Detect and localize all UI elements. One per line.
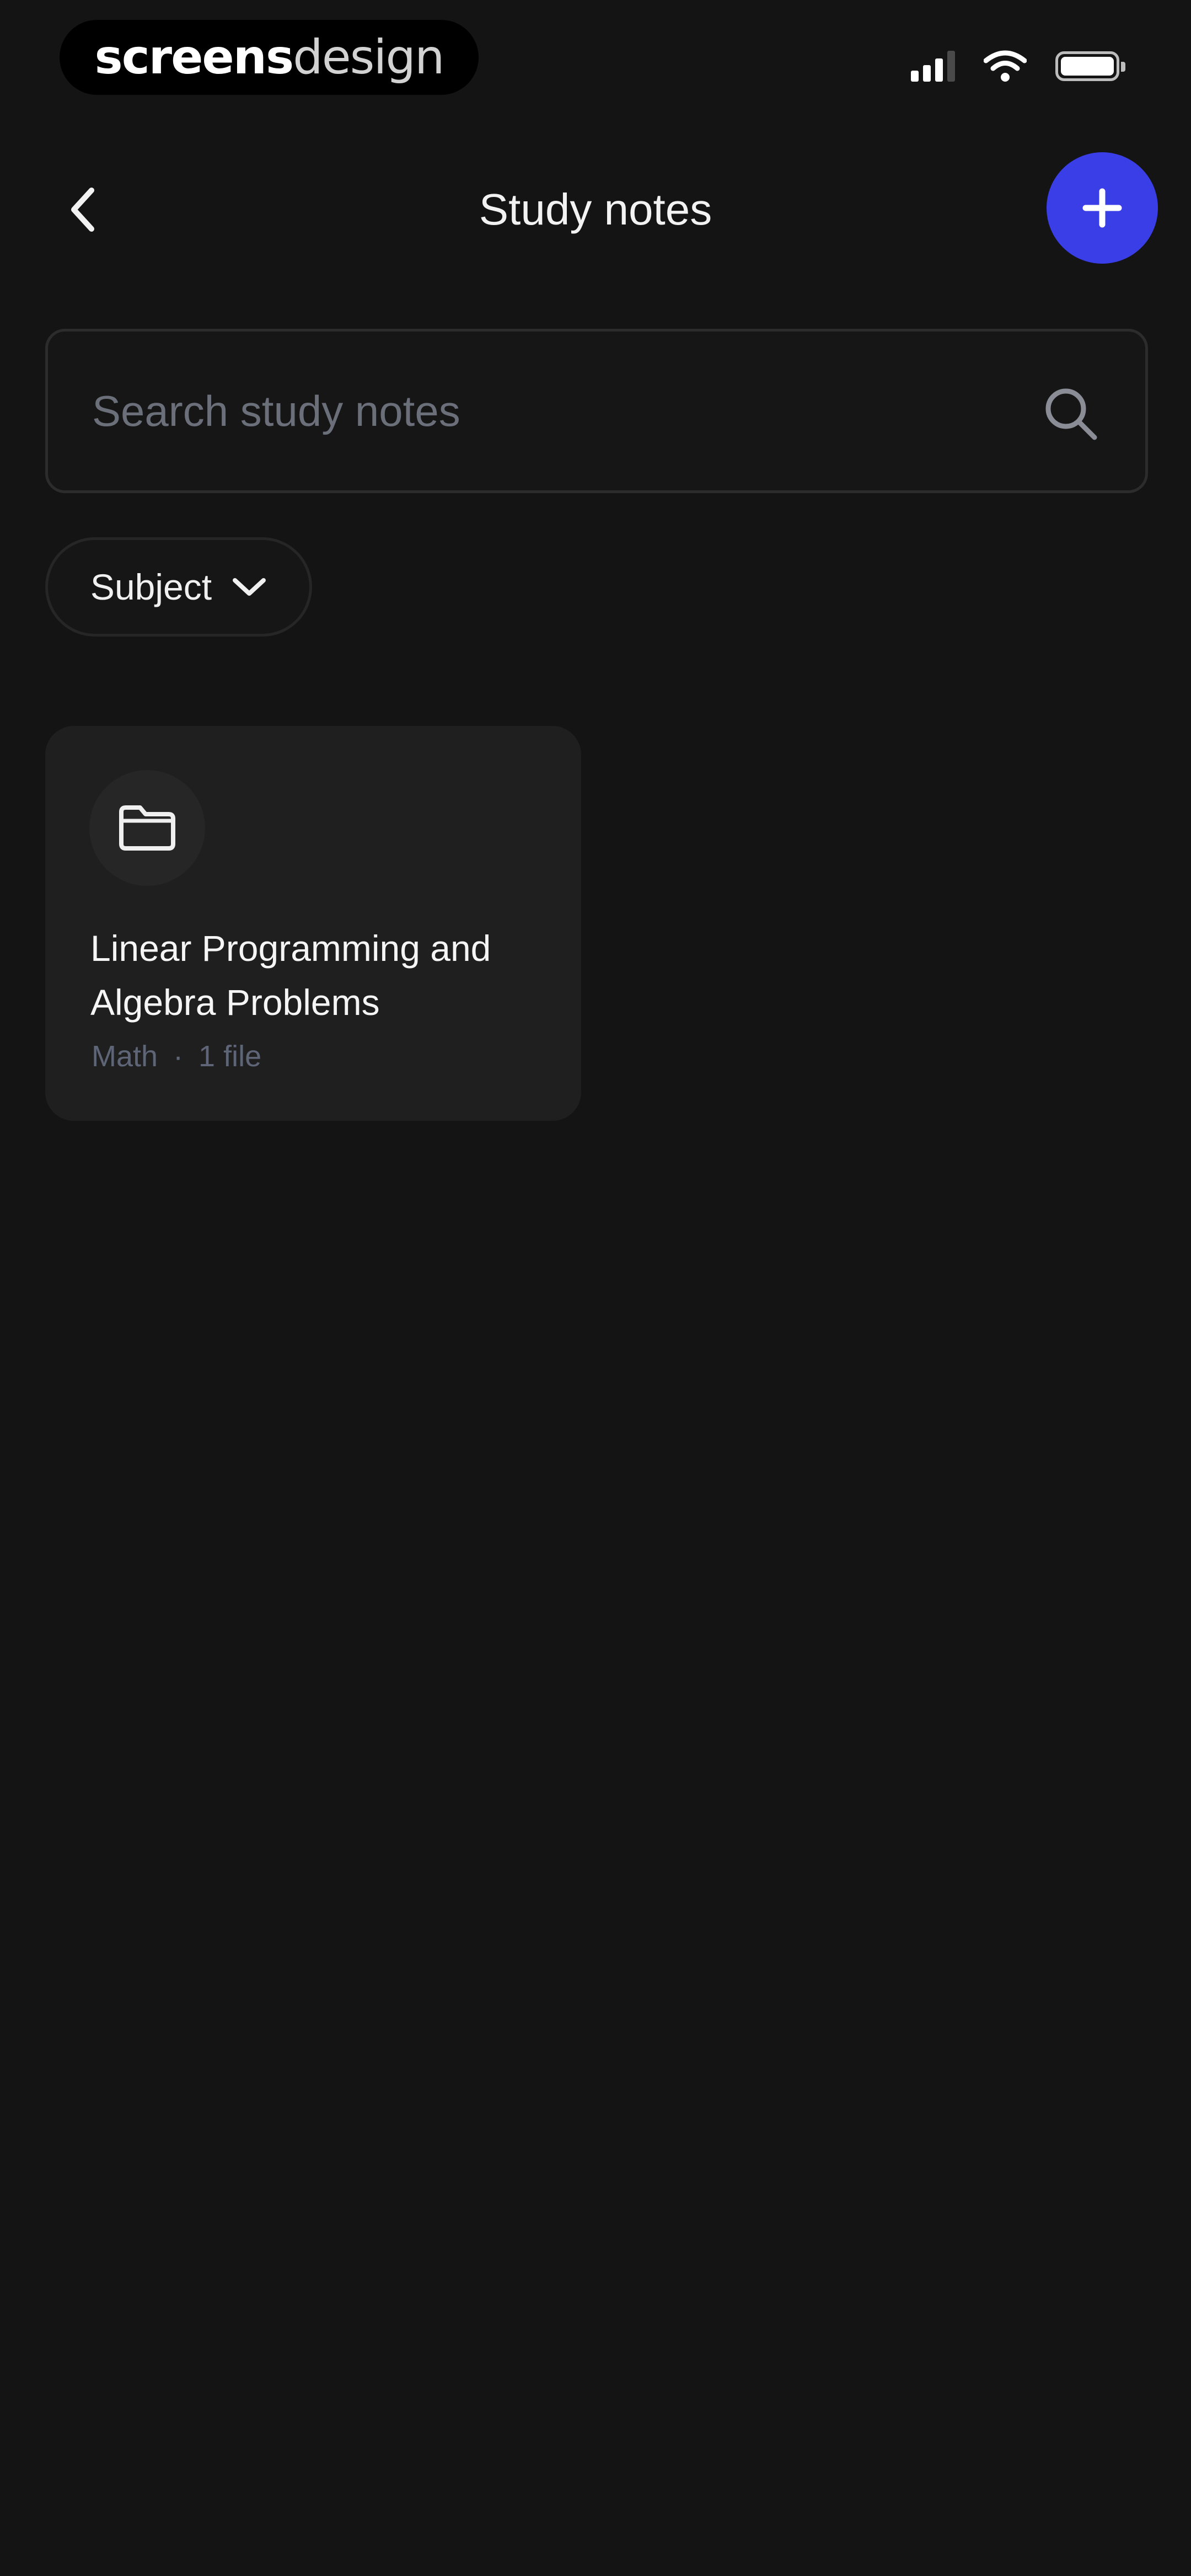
chevron-left-icon bbox=[71, 188, 94, 232]
status-icons bbox=[911, 50, 1125, 83]
search-input[interactable] bbox=[92, 332, 1029, 490]
wifi-icon bbox=[984, 50, 1027, 82]
note-card[interactable]: Linear Programming and Algebra Problems … bbox=[45, 726, 581, 1121]
brand-logo-bold: screens bbox=[94, 30, 294, 85]
plus-icon bbox=[1082, 188, 1122, 228]
subject-filter-label: Subject bbox=[90, 566, 212, 607]
meta-separator: · bbox=[173, 1040, 184, 1073]
folder-icon bbox=[119, 805, 175, 851]
add-note-button[interactable] bbox=[1047, 152, 1158, 264]
brand-logo-light: design bbox=[293, 30, 444, 85]
battery-icon bbox=[1055, 51, 1125, 81]
study-notes-screen: screens design Study notes Search study … bbox=[0, 0, 1191, 2576]
back-button[interactable] bbox=[55, 177, 110, 243]
header: Study notes bbox=[0, 138, 1191, 281]
page-title: Study notes bbox=[479, 185, 712, 234]
search-box bbox=[45, 329, 1148, 493]
status-bar: screens design bbox=[0, 0, 1191, 116]
folder-badge bbox=[89, 770, 205, 886]
signal-icon bbox=[911, 51, 955, 82]
note-meta: Math · 1 file bbox=[92, 1039, 261, 1073]
chevron-down-icon bbox=[233, 578, 266, 596]
search-icon[interactable] bbox=[1040, 383, 1101, 444]
brand-logo: screens design bbox=[60, 20, 479, 95]
note-subject: Math bbox=[92, 1040, 158, 1073]
note-title: Linear Programming and Algebra Problems bbox=[90, 928, 491, 1023]
subject-filter-chip[interactable]: Subject bbox=[45, 537, 312, 637]
note-file-count: 1 file bbox=[198, 1040, 262, 1073]
